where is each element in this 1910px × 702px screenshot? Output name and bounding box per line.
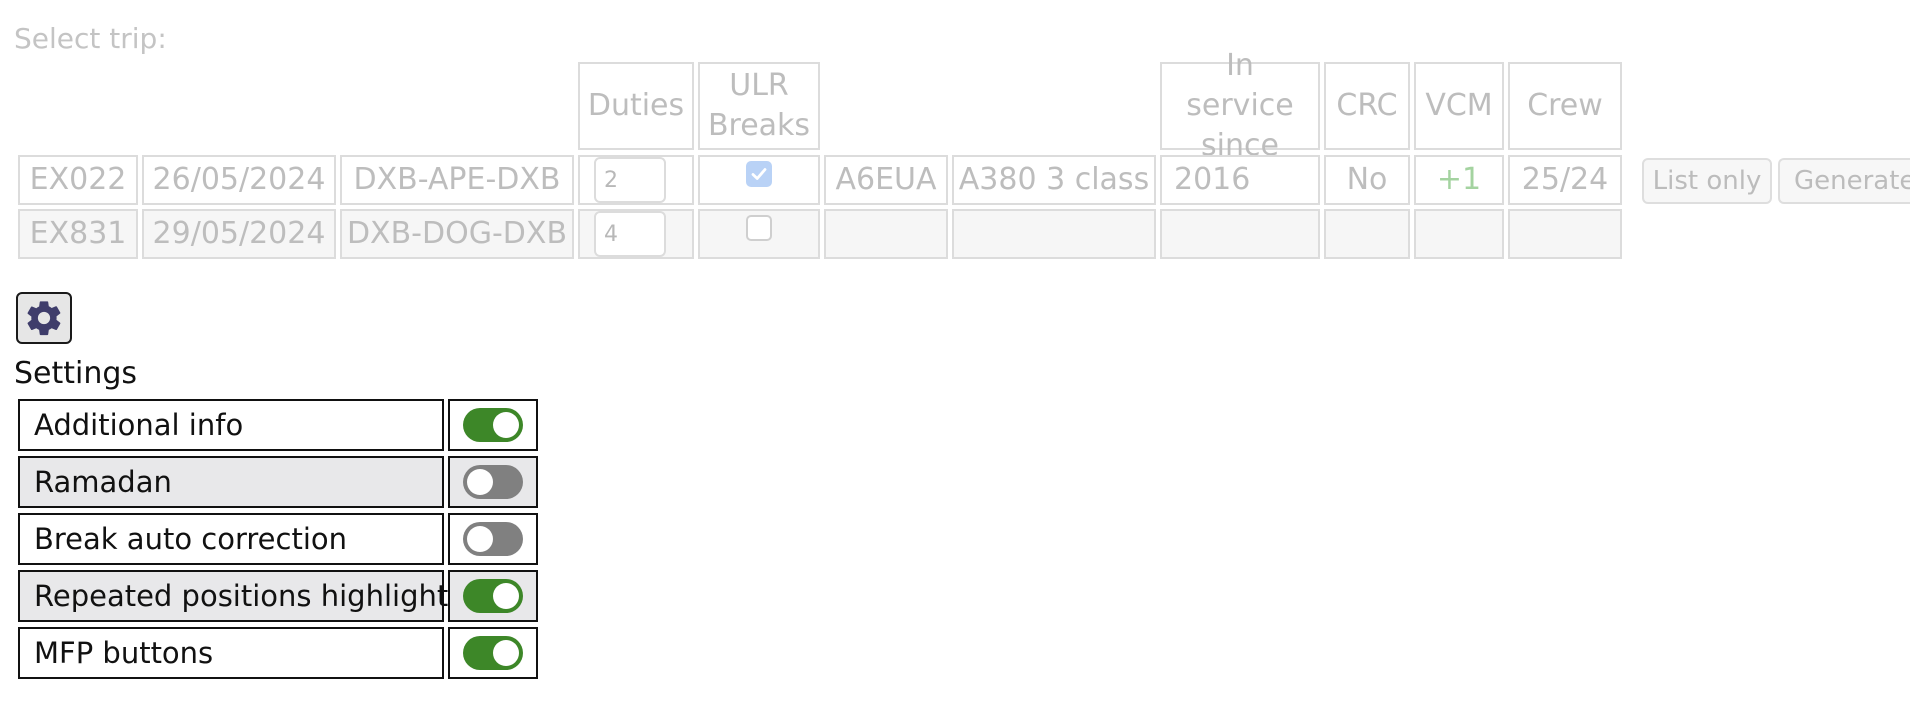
header-crc: CRC: [1324, 62, 1410, 150]
generate-button[interactable]: Generate: [1778, 158, 1910, 204]
trip-row-2-aircraft: [952, 209, 1156, 259]
trip-row-1-registration: A6EUA: [824, 155, 948, 205]
trip-row-2-flight[interactable]: EX831: [18, 209, 138, 259]
trip-row-1-vcm-cell: +1: [1414, 155, 1504, 205]
setting-additional-info-label: Additional info: [18, 399, 444, 451]
header-crew: Crew: [1508, 62, 1622, 150]
setting-mfp-buttons-label: MFP buttons: [18, 627, 444, 679]
setting-additional-info-toggle[interactable]: [463, 408, 523, 442]
trip-row-1-crc: No: [1324, 155, 1410, 205]
trip-row-2-in-service-since: [1160, 209, 1320, 259]
settings-title: Settings: [14, 356, 138, 391]
setting-break-auto-correction-label: Break auto correction: [18, 513, 444, 565]
setting-repeated-positions-highlight-toggle[interactable]: [463, 579, 523, 613]
setting-break-auto-correction-cell: [448, 513, 538, 565]
setting-repeated-positions-highlight-cell: [448, 570, 538, 622]
setting-mfp-buttons-toggle[interactable]: [463, 636, 523, 670]
trip-row-2-duties-cell: [578, 209, 694, 259]
setting-break-auto-correction-toggle[interactable]: [463, 522, 523, 556]
setting-ramadan-toggle[interactable]: [463, 465, 523, 499]
setting-repeated-positions-highlight-label: Repeated positions highlight: [18, 570, 448, 622]
toggle-knob: [493, 412, 519, 438]
trip-row-2-registration: [824, 209, 948, 259]
toggle-knob: [467, 526, 493, 552]
setting-mfp-buttons-cell: [448, 627, 538, 679]
trip-row-2-date[interactable]: 29/05/2024: [142, 209, 336, 259]
trip-row-2-ulr-breaks-cell: [698, 209, 820, 259]
header-duties: Duties: [578, 62, 694, 150]
trip-row-1-crew: 25/24: [1508, 155, 1622, 205]
trip-row-1-vcm: +1: [1436, 162, 1482, 197]
setting-ramadan-cell: [448, 456, 538, 508]
header-in-service-since: In service since: [1160, 48, 1320, 163]
trip-row-1-duties-input[interactable]: [594, 157, 666, 203]
trip-row-1-route[interactable]: DXB-APE-DXB: [340, 155, 574, 205]
trip-row-2-crc: [1324, 209, 1410, 259]
header-ulr-breaks: ULR Breaks: [698, 62, 820, 150]
toggle-knob: [467, 469, 493, 495]
trip-row-1-aircraft: A380 3 class: [952, 155, 1156, 205]
trip-row-2-crew: [1508, 209, 1622, 259]
trip-row-2-route[interactable]: DXB-DOG-DXB: [340, 209, 574, 259]
trip-row-1-date[interactable]: 26/05/2024: [142, 155, 336, 205]
trip-row-2-duties-input[interactable]: [594, 211, 666, 257]
trip-row-1-ulr-breaks-cell: [698, 155, 820, 205]
trip-row-2-ulr-breaks-checkbox[interactable]: [746, 215, 772, 241]
trip-row-1-ulr-breaks-checkbox[interactable]: [746, 161, 772, 187]
toggle-knob: [493, 583, 519, 609]
setting-additional-info-cell: [448, 399, 538, 451]
trip-selection-page: Select trip: Duties ULR Breaks In servic…: [0, 0, 1910, 702]
gear-icon: [27, 301, 61, 336]
check-icon: [751, 168, 767, 180]
select-trip-label: Select trip:: [14, 22, 167, 55]
header-vcm: VCM: [1414, 62, 1504, 150]
setting-ramadan-label: Ramadan: [18, 456, 444, 508]
trip-row-2-vcm: [1414, 209, 1504, 259]
settings-toggle-button[interactable]: [16, 292, 72, 344]
list-only-button[interactable]: List only: [1642, 158, 1772, 204]
trip-row-1-flight[interactable]: EX022: [18, 155, 138, 205]
toggle-knob: [493, 640, 519, 666]
trip-row-1-in-service-since: 2016: [1160, 155, 1320, 205]
trip-row-1-duties-cell: [578, 155, 694, 205]
